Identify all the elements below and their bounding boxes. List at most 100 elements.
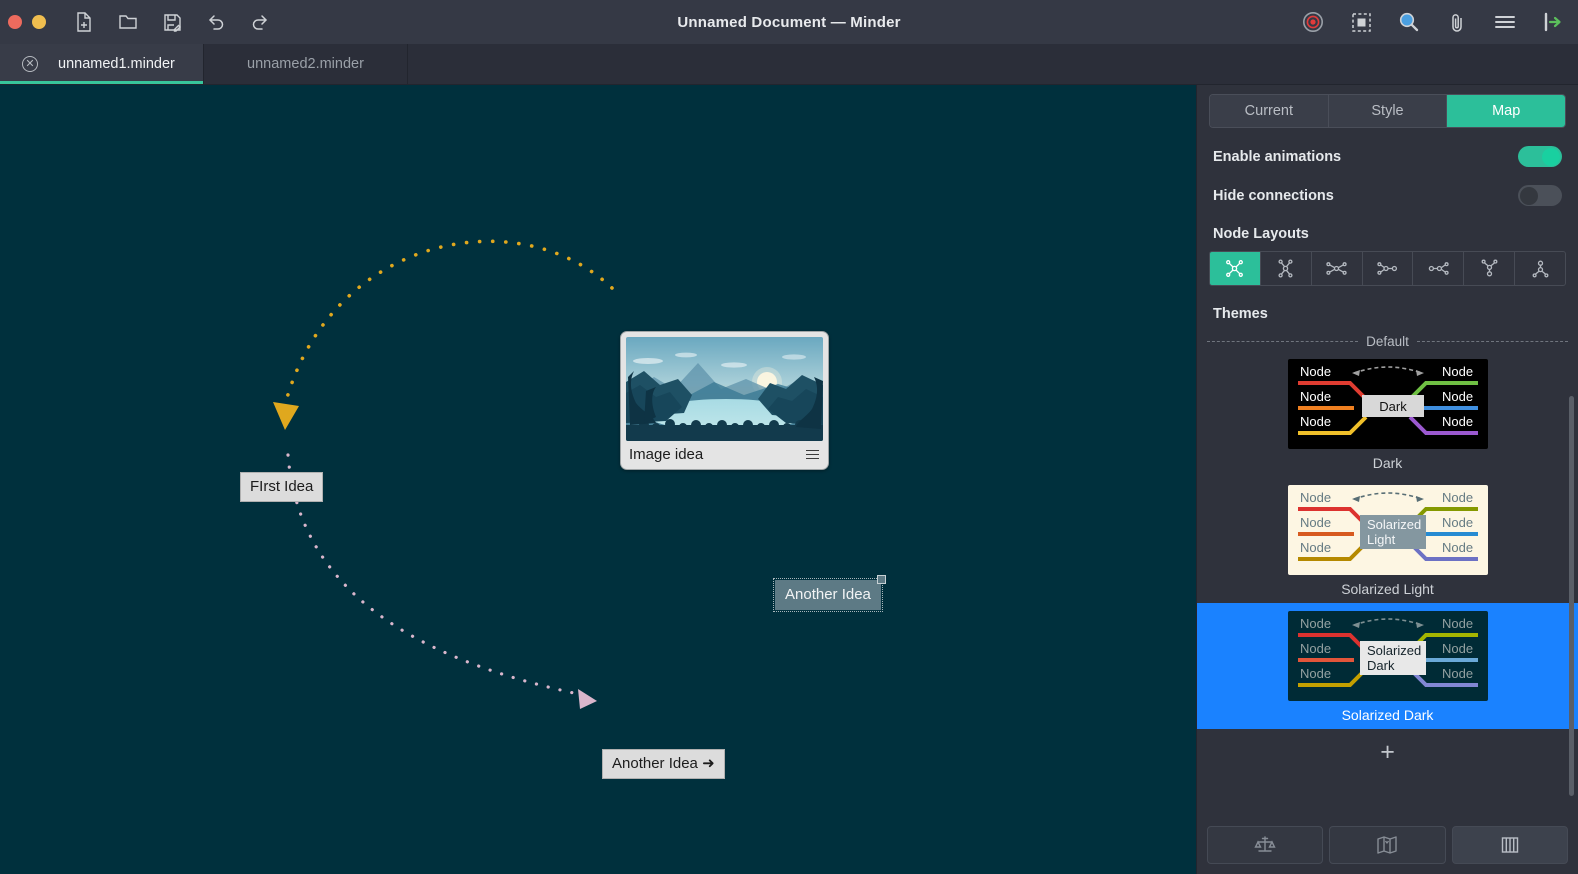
- hide-connections-toggle[interactable]: [1518, 185, 1562, 206]
- node-first-idea[interactable]: FIrst Idea: [240, 472, 324, 503]
- svg-text:Node: Node: [1442, 389, 1473, 404]
- svg-text:Solarized: Solarized: [1367, 643, 1421, 658]
- app-body: Image idea FIrst Idea Another Idea Anoth…: [0, 85, 1578, 874]
- connection-layer: [273, 239, 614, 709]
- node-label: FIrst Idea: [250, 478, 314, 495]
- svg-text:Node: Node: [1442, 616, 1473, 631]
- svg-text:Node: Node: [1300, 490, 1331, 505]
- node-another-idea-arrow[interactable]: Another Idea ➜: [602, 749, 725, 780]
- enable-animations-toggle[interactable]: [1518, 146, 1562, 167]
- svg-text:Node: Node: [1300, 616, 1331, 631]
- tab-bar-filler: [408, 44, 1578, 84]
- tab-label: unnamed1.minder: [58, 56, 175, 72]
- layout-vertical-button[interactable]: [1260, 252, 1312, 285]
- svg-text:Node: Node: [1442, 364, 1473, 379]
- theme-solarized-dark[interactable]: Node Node Node Node Node Node Solarized …: [1197, 603, 1578, 729]
- record-icon[interactable]: [1300, 9, 1326, 35]
- theme-preview: Node Node Node Node Node Node: [1287, 485, 1488, 575]
- svg-text:Node: Node: [1300, 389, 1331, 404]
- attachment-icon[interactable]: [1444, 9, 1470, 35]
- svg-text:Node: Node: [1300, 540, 1331, 555]
- svg-text:Light: Light: [1367, 532, 1396, 547]
- svg-text:Dark: Dark: [1379, 399, 1407, 414]
- close-icon[interactable]: ✕: [22, 56, 38, 72]
- node-image-caption-row: Image idea: [626, 441, 823, 466]
- open-folder-icon[interactable]: [115, 9, 141, 35]
- node-image-idea[interactable]: Image idea: [620, 331, 829, 470]
- layout-horizontal-button[interactable]: [1311, 252, 1363, 285]
- focus-mode-icon[interactable]: [1348, 9, 1374, 35]
- node-label: Image idea: [629, 446, 704, 463]
- svg-text:Node: Node: [1442, 515, 1473, 530]
- tab-current[interactable]: Current: [1210, 95, 1329, 127]
- redo-icon[interactable]: [247, 9, 273, 35]
- svg-text:Node: Node: [1300, 666, 1331, 681]
- save-icon[interactable]: [159, 9, 185, 35]
- tab-style[interactable]: Style: [1328, 95, 1448, 127]
- tab-unnamed2[interactable]: unnamed2.minder: [204, 44, 408, 84]
- sidebar-bottom-toolbar: [1197, 818, 1578, 874]
- layout-downwards-button[interactable]: [1515, 252, 1565, 285]
- inspector-sidebar: Current Style Map Enable animations Hide…: [1196, 85, 1578, 874]
- svg-text:Solarized: Solarized: [1367, 517, 1421, 532]
- theme-preview: Node Node Node Node Node Node: [1287, 359, 1488, 449]
- connection-pink: [286, 453, 585, 697]
- layout-upwards-button[interactable]: [1464, 252, 1516, 285]
- theme-solarized-light[interactable]: Node Node Node Node Node Node Solarized …: [1197, 477, 1578, 603]
- theme-dark[interactable]: Node Node Node Node Node Node Dark Dark: [1197, 351, 1578, 477]
- resize-handle[interactable]: [876, 575, 886, 584]
- undo-icon[interactable]: [203, 9, 229, 35]
- option-hide-connections: Hide connections: [1197, 185, 1578, 206]
- option-label: Hide connections: [1213, 187, 1334, 204]
- tab-bar: ✕ unnamed1.minder unnamed2.minder: [0, 44, 1578, 85]
- svg-text:Node: Node: [1300, 414, 1331, 429]
- close-window-button[interactable]: [8, 15, 22, 29]
- layout-to-right-button[interactable]: [1362, 252, 1414, 285]
- themes-scrollbar-thumb[interactable]: [1569, 396, 1574, 796]
- sidebar-tabs: Current Style Map: [1209, 94, 1566, 128]
- theme-preview: Node Node Node Node Node Node: [1287, 611, 1488, 701]
- export-icon[interactable]: [1540, 9, 1566, 35]
- balance-tree-button[interactable]: [1207, 826, 1324, 864]
- minimize-window-button[interactable]: [32, 15, 46, 29]
- new-document-icon[interactable]: [71, 9, 97, 35]
- node-another-idea-selected[interactable]: Another Idea: [773, 575, 886, 613]
- svg-text:Node: Node: [1300, 515, 1331, 530]
- themes-group-divider: Default: [1197, 334, 1578, 349]
- svg-text:Node: Node: [1442, 641, 1473, 656]
- theme-name: Dark: [1372, 455, 1403, 471]
- sidebar-columns-button[interactable]: [1451, 826, 1568, 864]
- zoom-search-icon[interactable]: [1396, 9, 1422, 35]
- node-note-icon[interactable]: [806, 449, 819, 460]
- option-enable-animations: Enable animations: [1197, 146, 1578, 167]
- fold-map-button[interactable]: [1329, 826, 1446, 864]
- option-label: Enable animations: [1213, 148, 1342, 165]
- layout-manual-button[interactable]: [1210, 252, 1261, 285]
- svg-text:Node: Node: [1442, 666, 1473, 681]
- menu-icon[interactable]: [1492, 9, 1518, 35]
- node-layouts-group: [1209, 251, 1566, 286]
- themes-group-label: Default: [1366, 334, 1409, 349]
- svg-text:Node: Node: [1300, 641, 1331, 656]
- node-layouts-label: Node Layouts: [1213, 226, 1309, 242]
- arrowhead-pink: [578, 689, 597, 709]
- layout-to-left-button[interactable]: [1413, 252, 1465, 285]
- themes-list[interactable]: Default Node Node Node Node Node Node Da…: [1197, 334, 1578, 818]
- tab-map[interactable]: Map: [1447, 95, 1565, 127]
- window-controls: [0, 15, 46, 29]
- themes-scrollbar[interactable]: [1569, 334, 1574, 818]
- add-theme-button[interactable]: +: [1197, 729, 1578, 778]
- svg-text:Node: Node: [1300, 364, 1331, 379]
- mindmap-canvas[interactable]: Image idea FIrst Idea Another Idea Anoth…: [0, 85, 1196, 874]
- node-label: Another Idea: [785, 586, 871, 603]
- theme-name: Solarized Dark: [1341, 707, 1434, 723]
- connection-orange: [283, 239, 614, 407]
- tab-unnamed1[interactable]: ✕ unnamed1.minder: [0, 44, 204, 84]
- svg-text:Node: Node: [1442, 540, 1473, 555]
- svg-text:Dark: Dark: [1367, 658, 1395, 673]
- arrowhead-orange: [273, 402, 299, 430]
- toolbar-right: [1300, 9, 1578, 35]
- tab-label: unnamed2.minder: [247, 56, 364, 72]
- toolbar-left: [71, 9, 273, 35]
- themes-label: Themes: [1213, 306, 1268, 322]
